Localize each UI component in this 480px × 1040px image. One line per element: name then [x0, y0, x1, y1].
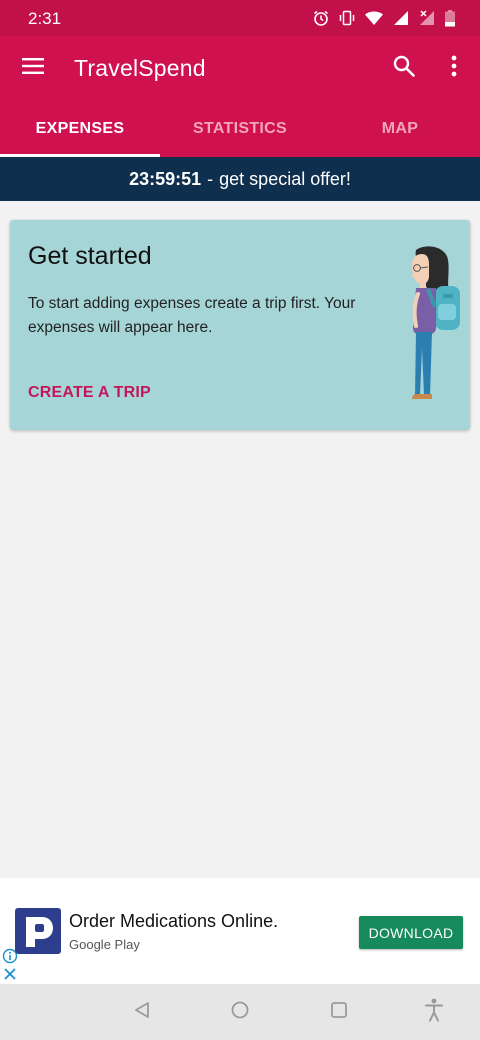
app-title: TravelSpend — [74, 55, 206, 81]
app-bar: TravelSpend — [0, 36, 480, 100]
offer-text: get special offer! — [219, 168, 351, 189]
status-bar: 2:31 — [0, 0, 480, 36]
system-nav-bar — [0, 984, 480, 1040]
ad-app-logo — [15, 908, 61, 954]
more-options-button[interactable] — [436, 50, 472, 86]
home-icon — [230, 1000, 250, 1025]
cell-signal-icon — [392, 9, 410, 27]
ad-close-icon[interactable] — [2, 966, 18, 982]
home-button[interactable] — [226, 998, 254, 1026]
alarm-icon — [312, 9, 330, 27]
accessibility-button[interactable] — [420, 998, 448, 1026]
create-trip-button[interactable]: CREATE A TRIP — [28, 384, 151, 402]
back-icon — [132, 1000, 152, 1025]
tab-statistics[interactable]: STATISTICS — [160, 100, 320, 157]
menu-icon — [22, 57, 46, 80]
status-icons — [312, 8, 456, 28]
special-offer-banner[interactable]: 23:59:51 - get special offer! — [0, 157, 480, 201]
more-vert-icon — [451, 55, 457, 82]
wifi-icon — [364, 9, 384, 27]
recents-icon — [329, 1000, 349, 1025]
recents-button[interactable] — [325, 998, 353, 1026]
tab-map[interactable]: MAP — [320, 100, 480, 157]
accessibility-icon — [424, 998, 444, 1027]
offer-countdown: 23:59:51 — [129, 168, 202, 189]
search-icon — [393, 55, 415, 82]
card-body: To start adding expenses create a trip f… — [28, 295, 356, 336]
get-started-card: Get started To start adding expenses cre… — [10, 220, 470, 430]
battery-low-icon — [444, 9, 456, 27]
menu-button[interactable] — [16, 50, 52, 86]
card-title: Get started — [28, 242, 152, 270]
status-time: 2:31 — [28, 9, 62, 28]
cell-signal-no-data-icon — [418, 9, 436, 27]
ad-info-icon[interactable] — [2, 948, 18, 964]
vibrate-icon — [338, 9, 356, 27]
tab-expenses[interactable]: EXPENSES — [0, 100, 160, 157]
traveler-illustration — [398, 244, 464, 406]
search-button[interactable] — [386, 50, 422, 86]
offer-separator: - — [207, 168, 214, 189]
ad-download-button[interactable]: DOWNLOAD — [359, 916, 463, 949]
ad-source: Google Play — [69, 937, 140, 952]
ad-banner[interactable]: Order Medications Online. Google Play DO… — [0, 878, 480, 984]
tab-bar: EXPENSES STATISTICS MAP — [0, 100, 480, 157]
back-button[interactable] — [128, 998, 156, 1026]
ad-title: Order Medications Online. — [69, 911, 279, 931]
